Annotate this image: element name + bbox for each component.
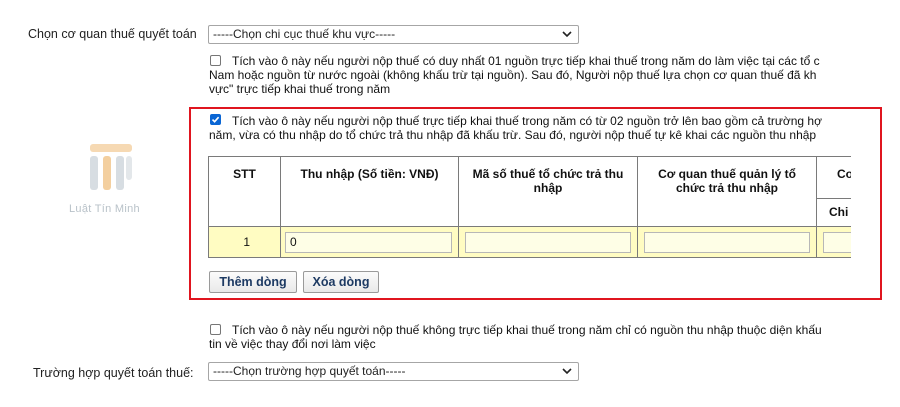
watermark-logo <box>88 142 134 192</box>
header-income: Thu nhập (Số tiền: VNĐ) <box>280 156 459 227</box>
option1-text-line1: Tích vào ô này nếu người nộp thuế có duy… <box>232 54 820 68</box>
tax-id-input[interactable] <box>465 231 631 253</box>
settlement-case-select-value: -----Chọn trường hợp quyết toán----- <box>213 364 406 378</box>
option2-checkbox[interactable] <box>210 114 221 125</box>
table-header-row: STT Thu nhập (Số tiền: VNĐ) Mã số thuế t… <box>208 156 851 227</box>
header-stt: STT <box>208 156 281 227</box>
tax-office-select-value: -----Chọn chi cục thuế khu vực----- <box>213 27 396 41</box>
income-table: STT Thu nhập (Số tiền: VNĐ) Mã số thuế t… <box>208 156 851 258</box>
header-tax-id: Mã số thuế tổ chức trả thu nhập <box>458 156 638 227</box>
option3-checkbox[interactable] <box>210 324 221 335</box>
cell-tax-office <box>637 226 817 258</box>
cell-next <box>816 226 851 258</box>
table-row: 1 0 <box>208 226 851 258</box>
checkmark-icon <box>211 116 220 123</box>
option1-checkbox[interactable] <box>210 55 221 66</box>
header-next-sub: Chi <box>816 198 851 227</box>
chevron-down-icon <box>562 368 572 375</box>
option2-text-line2: năm, vừa có thu nhập do tổ chức trả thu … <box>209 128 817 142</box>
income-table-container: STT Thu nhập (Số tiền: VNĐ) Mã số thuế t… <box>208 156 851 260</box>
option2-text-line1: Tích vào ô này nếu người nộp thuế trực t… <box>232 114 822 128</box>
chevron-down-icon <box>562 31 572 38</box>
add-row-button[interactable]: Thêm dòng <box>209 271 297 293</box>
settlement-case-label: Trường hợp quyết toán thuế: <box>33 366 194 380</box>
option1-text-line2: Nam hoặc nguồn từ nước ngoài (không khấu… <box>209 68 817 82</box>
option3-text-line2: tin về việc thay đổi nơi làm việc <box>209 337 376 351</box>
option1-text-line3: vực" trực tiếp khai thuế trong năm <box>209 82 391 96</box>
tax-office-input[interactable] <box>644 231 810 253</box>
cell-tax-id <box>458 226 638 258</box>
tax-office-select[interactable]: -----Chọn chi cục thuế khu vực----- <box>208 25 579 44</box>
settlement-case-select[interactable]: -----Chọn trường hợp quyết toán----- <box>208 362 579 381</box>
delete-row-button[interactable]: Xóa dòng <box>303 271 379 293</box>
header-next: Co <box>816 156 851 199</box>
watermark-text: Luật Tín Minh <box>69 203 140 215</box>
logo-icon <box>90 144 132 190</box>
header-tax-office: Cơ quan thuế quản lý tổ chức trả thu nhậ… <box>637 156 817 227</box>
cell-income: 0 <box>280 226 459 258</box>
income-input[interactable]: 0 <box>285 231 452 253</box>
cell-stt: 1 <box>208 226 281 258</box>
option3-text-line1: Tích vào ô này nếu người nộp thuế không … <box>232 323 822 337</box>
row-stt: 1 <box>243 235 250 249</box>
tax-office-label: Chọn cơ quan thuế quyết toán <box>28 27 197 41</box>
next-input[interactable] <box>823 231 851 253</box>
